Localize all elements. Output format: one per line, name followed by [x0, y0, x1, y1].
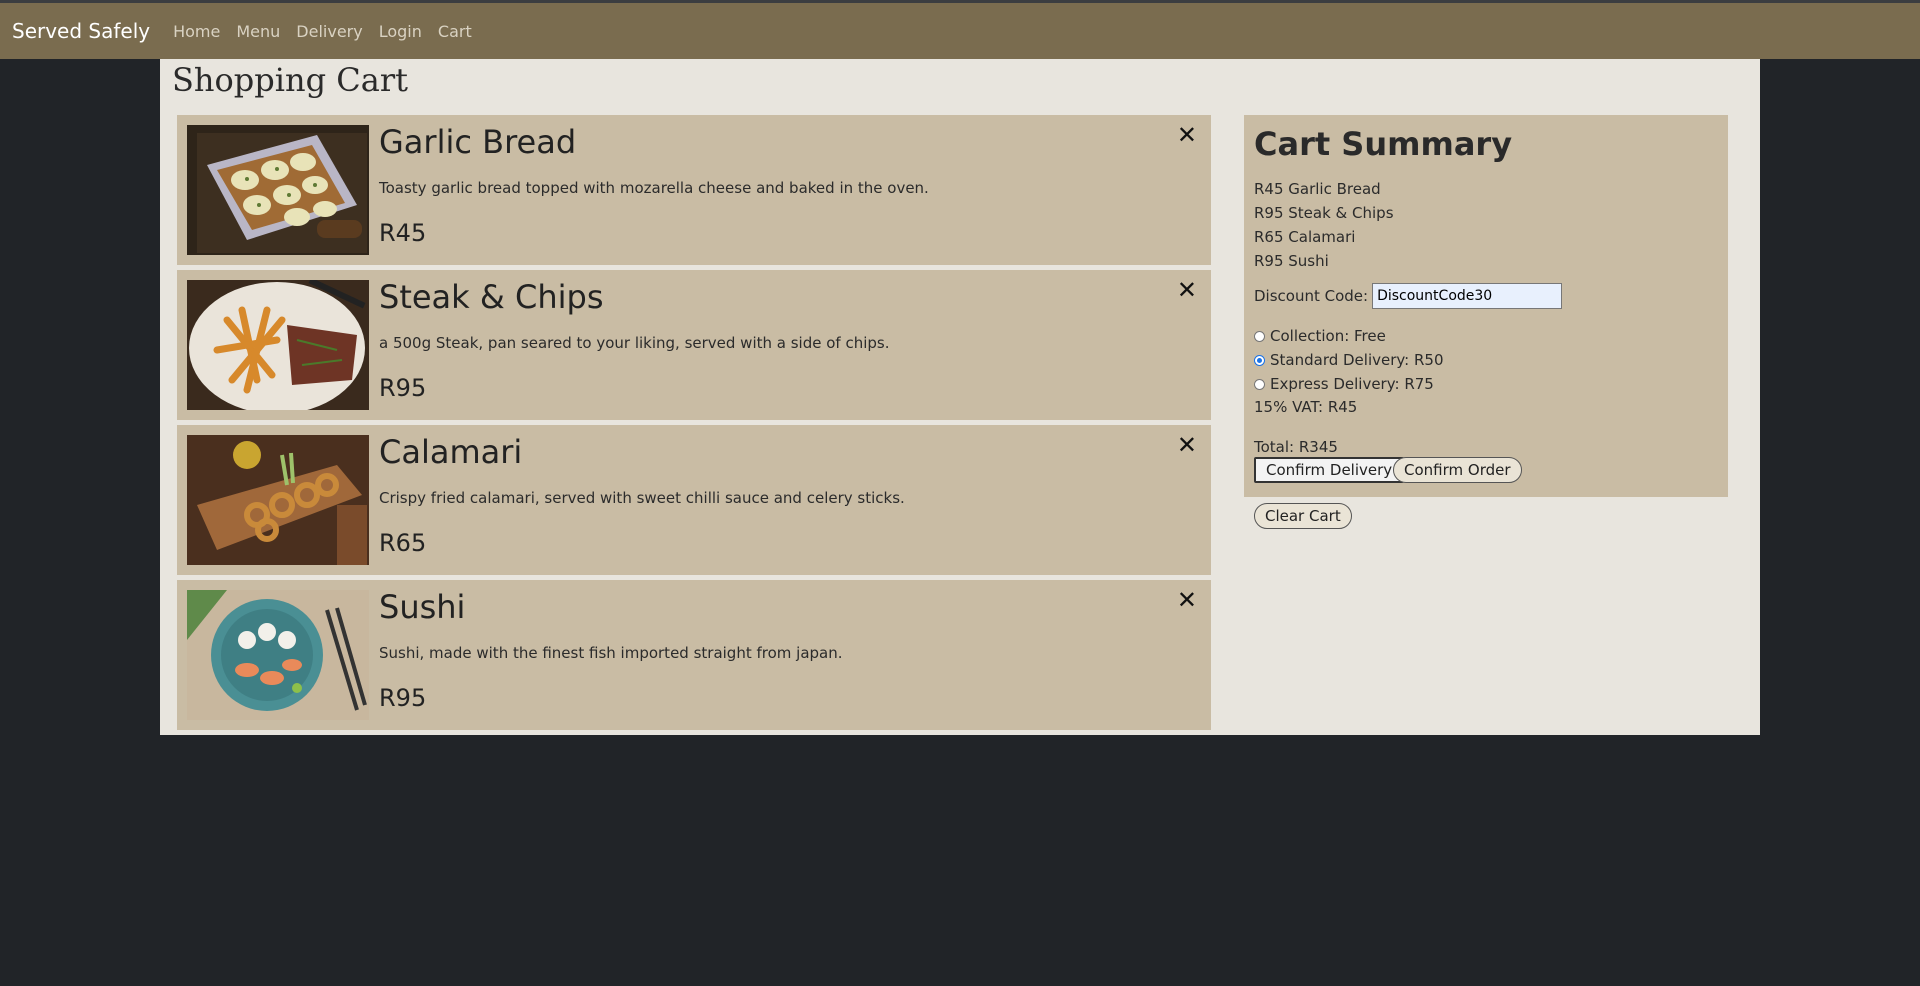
option-express-delivery[interactable]: Express Delivery: R75 [1254, 375, 1434, 393]
summary-line: R95 Steak & Chips [1254, 204, 1394, 222]
cart-items: Garlic Bread Toasty garlic bread topped … [177, 115, 1211, 735]
discount-row: Discount Code: [1254, 283, 1563, 309]
item-description: Sushi, made with the finest fish importe… [379, 644, 843, 662]
cart-item-garlic-bread: Garlic Bread Toasty garlic bread topped … [177, 115, 1211, 265]
option-label: Collection: Free [1270, 327, 1386, 345]
item-name: Calamari [379, 433, 523, 471]
item-name: Garlic Bread [379, 123, 577, 161]
option-collection[interactable]: Collection: Free [1254, 327, 1386, 345]
option-label: Express Delivery: R75 [1270, 375, 1434, 393]
nav-menu[interactable]: Menu [236, 22, 280, 41]
page-title: Shopping Cart [172, 61, 408, 99]
steak-chips-image [187, 280, 369, 410]
garlic-bread-image [187, 125, 369, 255]
option-label: Standard Delivery: R50 [1270, 351, 1444, 369]
item-name: Sushi [379, 588, 466, 626]
brand-logo[interactable]: Served Safely [12, 19, 150, 43]
remove-item-button[interactable]: ✕ [1177, 276, 1197, 304]
standard-delivery-radio[interactable] [1254, 354, 1265, 366]
sushi-image [187, 590, 369, 720]
nav-cart[interactable]: Cart [438, 22, 472, 41]
vat-line: 15% VAT: R45 [1254, 398, 1358, 416]
option-standard-delivery[interactable]: Standard Delivery: R50 [1254, 351, 1444, 369]
summary-line: R95 Sushi [1254, 252, 1329, 270]
discount-code-input[interactable] [1372, 283, 1563, 309]
calamari-image [187, 435, 369, 565]
remove-item-button[interactable]: ✕ [1177, 121, 1197, 149]
remove-item-button[interactable]: ✕ [1177, 586, 1197, 614]
confirm-order-button[interactable]: Confirm Order [1393, 457, 1522, 483]
confirm-delivery-button[interactable]: Confirm Delivery [1254, 457, 1405, 483]
nav-delivery[interactable]: Delivery [296, 22, 362, 41]
item-price: R95 [379, 374, 427, 402]
summary-line: R65 Calamari [1254, 228, 1356, 246]
item-price: R45 [379, 219, 427, 247]
nav-login[interactable]: Login [379, 22, 422, 41]
summary-title: Cart Summary [1254, 125, 1513, 163]
summary-line: R45 Garlic Bread [1254, 180, 1381, 198]
summary-lines: R45 Garlic Bread R95 Steak & Chips R65 C… [1254, 177, 1394, 273]
remove-item-button[interactable]: ✕ [1177, 431, 1197, 459]
collection-radio[interactable] [1254, 330, 1265, 342]
main-container: Shopping Cart Garlic Bread Toasty garlic… [160, 59, 1760, 735]
cart-item-calamari: Calamari Crispy fried calamari, served w… [177, 425, 1211, 575]
cart-summary: Cart Summary R45 Garlic Bread R95 Steak … [1244, 115, 1728, 497]
item-price: R65 [379, 529, 427, 557]
discount-label: Discount Code: [1254, 287, 1369, 305]
item-price: R95 [379, 684, 427, 712]
nav-home[interactable]: Home [173, 22, 220, 41]
clear-cart-button[interactable]: Clear Cart [1254, 503, 1352, 529]
navbar: Served Safely Home Menu Delivery Login C… [0, 3, 1920, 59]
total-line: Total: R345 [1254, 438, 1338, 456]
cart-item-sushi: Sushi Sushi, made with the finest fish i… [177, 580, 1211, 730]
item-name: Steak & Chips [379, 278, 604, 316]
item-description: a 500g Steak, pan seared to your liking,… [379, 334, 890, 352]
item-description: Crispy fried calamari, served with sweet… [379, 489, 905, 507]
item-description: Toasty garlic bread topped with mozarell… [379, 179, 929, 197]
express-delivery-radio[interactable] [1254, 378, 1265, 390]
cart-item-steak-chips: Steak & Chips a 500g Steak, pan seared t… [177, 270, 1211, 420]
